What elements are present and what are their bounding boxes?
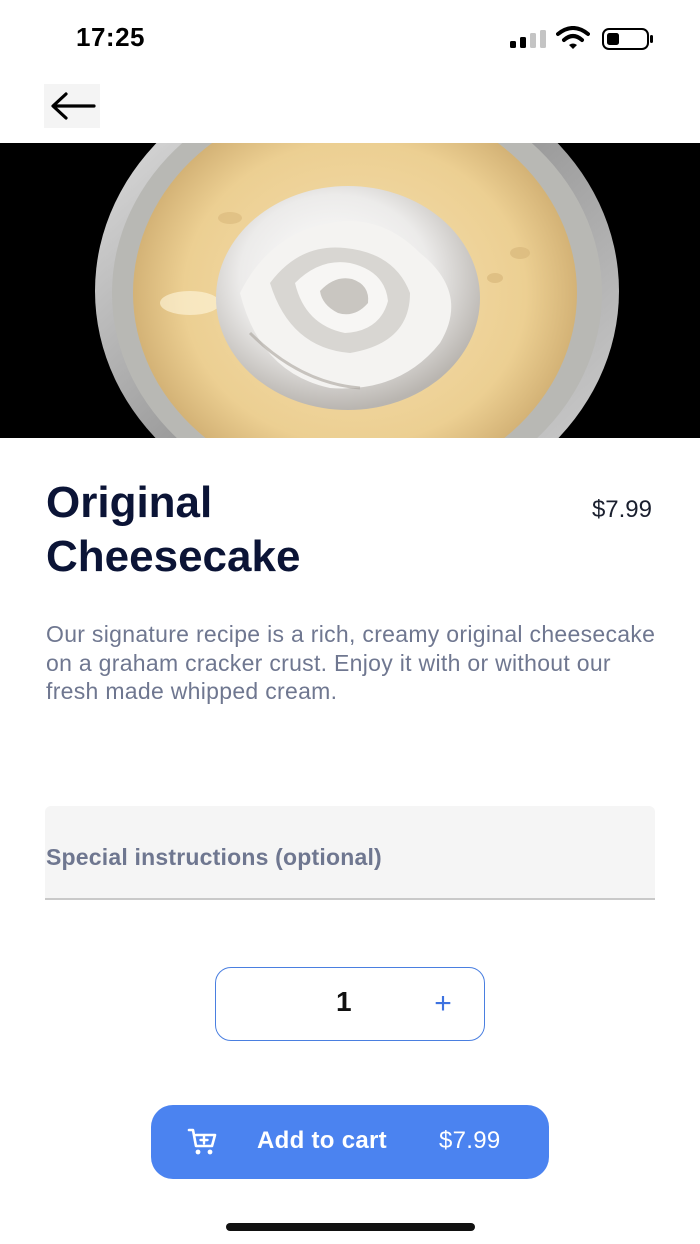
add-to-cart-price: $7.99 — [439, 1127, 501, 1154]
product-title: Original Cheesecake — [46, 478, 301, 581]
wifi-icon — [556, 26, 590, 49]
cheesecake-photo — [0, 143, 700, 438]
add-to-cart-button[interactable]: Add to cart $7.99 — [151, 1105, 549, 1179]
quantity-stepper: 1 + — [215, 967, 485, 1041]
status-time: 17:25 — [76, 22, 145, 52]
back-button[interactable] — [44, 84, 100, 128]
product-price: $7.99 — [591, 496, 652, 523]
special-instructions-field[interactable]: Special instructions (optional) — [45, 806, 655, 900]
cart-plus-icon — [187, 1128, 217, 1155]
product-description: Our signature recipe is a rich, creamy o… — [46, 621, 656, 704]
quantity-value: 1 — [336, 986, 352, 1017]
home-indicator[interactable] — [226, 1223, 475, 1231]
cellular-signal-icon — [510, 30, 546, 48]
product-image — [0, 143, 700, 438]
status-bar: 17:25 — [0, 0, 700, 80]
battery-icon — [602, 28, 653, 50]
quantity-increase-button[interactable]: + — [426, 986, 460, 1024]
special-instructions-placeholder: Special instructions (optional) — [46, 844, 382, 870]
arrow-left-icon — [51, 92, 96, 120]
add-to-cart-label: Add to cart — [257, 1127, 387, 1154]
